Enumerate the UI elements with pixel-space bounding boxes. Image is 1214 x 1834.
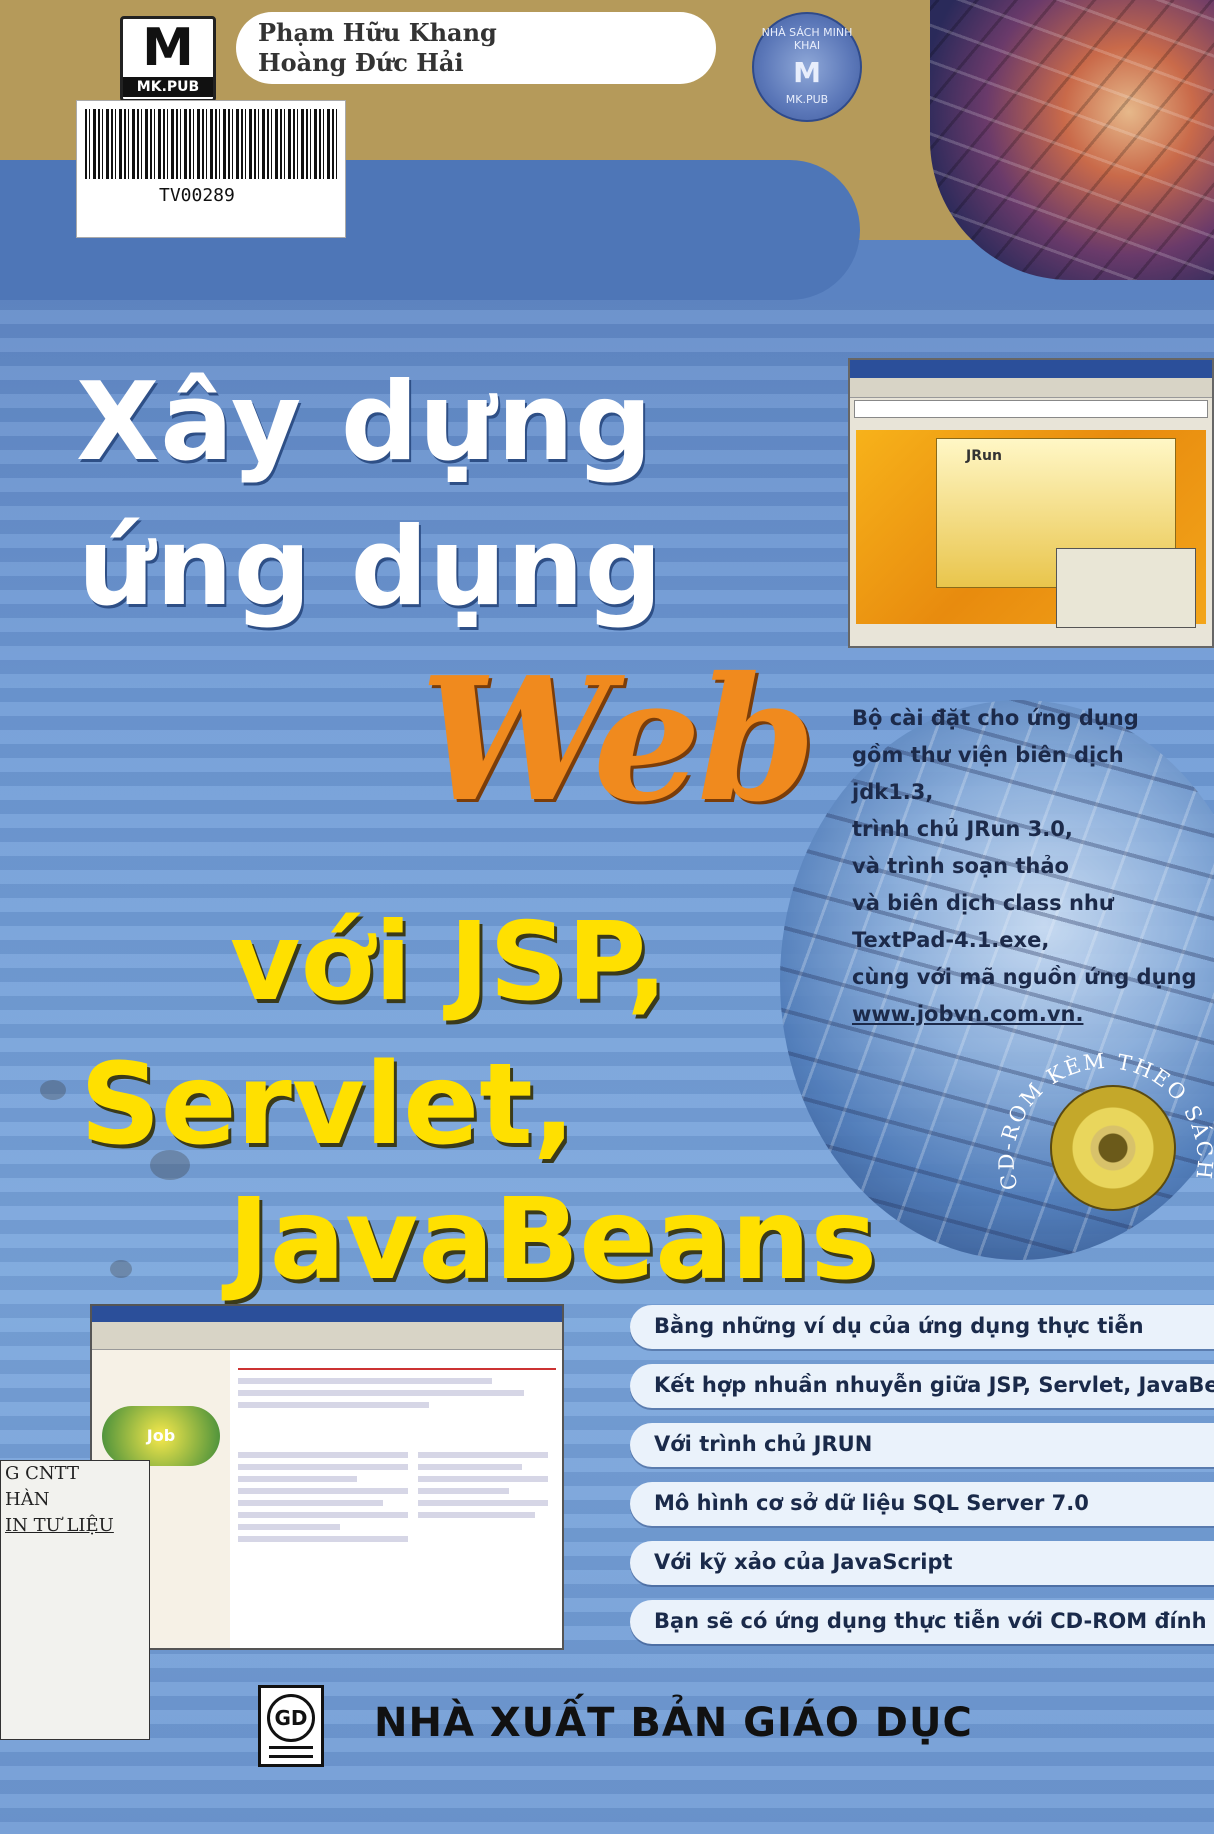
globe-top-image [930, 0, 1214, 280]
jrun-screenshot: JRun [848, 358, 1214, 648]
title-line-2: ứng dụng [78, 505, 664, 630]
barcode-code: TV00289 [159, 185, 235, 206]
blurb-line: và biên dịch class như [852, 891, 1114, 915]
barcode [85, 109, 339, 179]
feature-pill: Với trình chủ JRUN [630, 1423, 1214, 1467]
feature-pill: Với kỹ xảo của JavaScript [630, 1541, 1214, 1585]
jobvn-screenshot: Job [90, 1304, 564, 1650]
stain [150, 1150, 190, 1180]
title-line-4: Servlet, [80, 1040, 576, 1170]
cd-rom-label: CD-ROM KÈM THEO SÁCH [996, 1049, 1214, 1193]
jrun-brand: JRun [966, 448, 1002, 464]
publisher-logo: GD [258, 1685, 324, 1767]
blurb-line: gồm thư viện biên dịch jdk1.3, [852, 743, 1124, 804]
stamp-line: IN TƯ LIỆU [5, 1515, 114, 1536]
stamp-line: HÀN [5, 1489, 50, 1510]
authors: Phạm Hữu Khang Hoàng Đức Hải [258, 18, 497, 78]
stain [110, 1260, 132, 1278]
stamp-line: G CNTT [5, 1463, 79, 1484]
mk-pub-logo: M MK.PUB [120, 16, 216, 102]
svg-text:CD-ROM KÈM THEO SÁCH: CD-ROM KÈM THEO SÁCH [996, 1049, 1214, 1193]
book-cover: M MK.PUB Phạm Hữu Khang Hoàng Đức Hải NH… [0, 0, 1214, 1834]
seal-bottom-text: MK.PUB [785, 93, 829, 106]
book-icon [269, 1746, 313, 1758]
stain [40, 1080, 66, 1100]
seal-center-text: M [793, 56, 821, 89]
title-line-1: Xây dựng [76, 360, 654, 485]
blurb-line: trình chủ JRun 3.0, [852, 817, 1073, 841]
bookstore-seal: NHÀ SÁCH MINH KHAI M MK.PUB [752, 12, 862, 122]
title-web: Web [420, 640, 816, 840]
login-dialog [1056, 548, 1196, 628]
cd-contents-blurb: Bộ cài đặt cho ứng dụng gồm thư viện biê… [852, 700, 1202, 1033]
author-2: Hoàng Đức Hải [258, 48, 464, 77]
blurb-line: TextPad-4.1.exe, [852, 928, 1050, 952]
feature-text: Với kỹ xảo của JavaScript [654, 1550, 953, 1574]
feature-text: Bạn sẽ có ứng dụng thực tiễn với CD-ROM … [654, 1609, 1214, 1633]
logo-label: MK.PUB [123, 77, 213, 97]
library-stamp: G CNTT HÀN IN TƯ LIỆU [0, 1460, 150, 1740]
blurb-line: Bộ cài đặt cho ứng dụng [852, 706, 1139, 730]
logo-letter: M [142, 18, 194, 78]
title-line-5: JavaBeans [228, 1175, 878, 1305]
blurb-line: cùng với mã nguồn ứng dụng [852, 965, 1197, 989]
author-1: Phạm Hữu Khang [258, 18, 497, 47]
blurb-line: và trình soạn thảo [852, 854, 1069, 878]
feature-text: Mô hình cơ sở dữ liệu SQL Server 7.0 [654, 1491, 1089, 1515]
publisher-logo-text: GD [267, 1694, 315, 1742]
feature-text: Kết hợp nhuần nhuyễn giữa JSP, Servlet, … [654, 1373, 1214, 1397]
feature-pill: Mô hình cơ sở dữ liệu SQL Server 7.0 [630, 1482, 1214, 1526]
feature-pill: Kết hợp nhuần nhuyễn giữa JSP, Servlet, … [630, 1364, 1214, 1408]
feature-pill: Bằng những ví dụ của ứng dụng thực tiễn [630, 1305, 1214, 1349]
seal-top-text: NHÀ SÁCH MINH KHAI [761, 26, 853, 52]
feature-pill: Bạn sẽ có ứng dụng thực tiễn với CD-ROM … [630, 1600, 1214, 1644]
feature-text: Bằng những ví dụ của ứng dụng thực tiễn [654, 1314, 1144, 1338]
title-line-3: với JSP, [230, 900, 668, 1025]
publisher-name: NHÀ XUẤT BẢN GIÁO DỤC [374, 1700, 973, 1746]
feature-text: Với trình chủ JRUN [654, 1432, 873, 1456]
barcode-label: TV00289 [76, 100, 346, 238]
job-badge: Job [102, 1406, 220, 1466]
